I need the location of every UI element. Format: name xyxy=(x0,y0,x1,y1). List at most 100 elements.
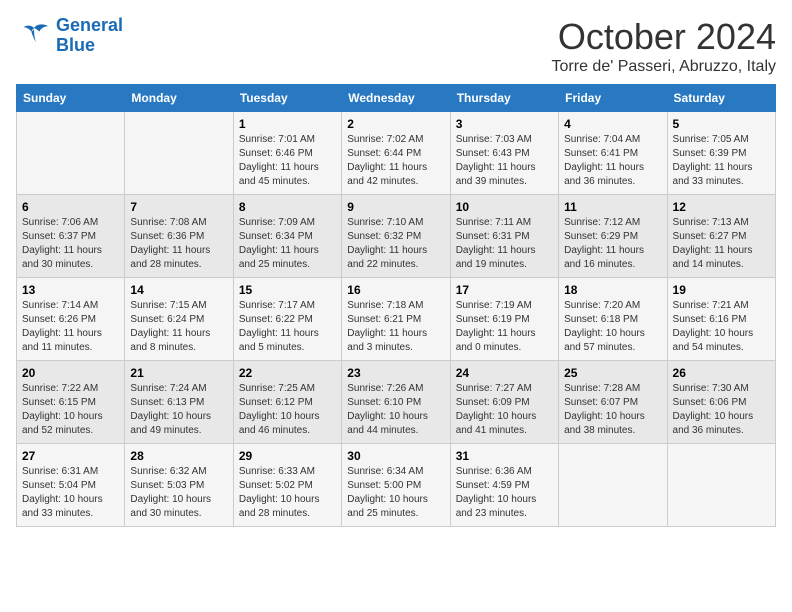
calendar-week-row: 6 Sunrise: 7:06 AMSunset: 6:37 PMDaylight… xyxy=(17,195,776,278)
day-number: 11 xyxy=(564,200,661,214)
day-number: 16 xyxy=(347,283,444,297)
day-info: Sunrise: 6:36 AMSunset: 4:59 PMDaylight:… xyxy=(456,466,537,519)
day-info: Sunrise: 6:32 AMSunset: 5:03 PMDaylight:… xyxy=(130,466,211,519)
day-info: Sunrise: 7:27 AMSunset: 6:09 PMDaylight:… xyxy=(456,383,537,436)
day-number: 23 xyxy=(347,366,444,380)
day-info: Sunrise: 7:09 AMSunset: 6:34 PMDaylight:… xyxy=(239,217,319,270)
calendar-cell: 23 Sunrise: 7:26 AMSunset: 6:10 PMDayligh… xyxy=(342,361,450,444)
day-number: 9 xyxy=(347,200,444,214)
calendar-cell: 10 Sunrise: 7:11 AMSunset: 6:31 PMDayligh… xyxy=(450,195,558,278)
calendar-cell xyxy=(667,444,775,527)
calendar-cell: 6 Sunrise: 7:06 AMSunset: 6:37 PMDaylight… xyxy=(17,195,125,278)
day-info: Sunrise: 7:22 AMSunset: 6:15 PMDaylight:… xyxy=(22,383,103,436)
day-number: 29 xyxy=(239,449,336,463)
logo: General Blue xyxy=(16,16,123,56)
calendar-cell xyxy=(17,112,125,195)
day-number: 24 xyxy=(456,366,553,380)
day-number: 7 xyxy=(130,200,227,214)
calendar-cell xyxy=(125,112,233,195)
calendar-header-row: SundayMondayTuesdayWednesdayThursdayFrid… xyxy=(17,85,776,112)
day-info: Sunrise: 7:08 AMSunset: 6:36 PMDaylight:… xyxy=(130,217,210,270)
day-number: 20 xyxy=(22,366,119,380)
day-number: 4 xyxy=(564,117,661,131)
calendar-cell: 29 Sunrise: 6:33 AMSunset: 5:02 PMDayligh… xyxy=(233,444,341,527)
day-info: Sunrise: 7:20 AMSunset: 6:18 PMDaylight:… xyxy=(564,300,645,353)
logo-line1: General xyxy=(56,15,123,35)
day-header-monday: Monday xyxy=(125,85,233,112)
calendar-cell: 12 Sunrise: 7:13 AMSunset: 6:27 PMDayligh… xyxy=(667,195,775,278)
calendar-cell xyxy=(559,444,667,527)
day-number: 21 xyxy=(130,366,227,380)
calendar-cell: 7 Sunrise: 7:08 AMSunset: 6:36 PMDaylight… xyxy=(125,195,233,278)
day-info: Sunrise: 7:01 AMSunset: 6:46 PMDaylight:… xyxy=(239,134,319,187)
day-header-tuesday: Tuesday xyxy=(233,85,341,112)
calendar-cell: 30Sunrise: 6:34 AMSunset: 5:00 PMDayligh… xyxy=(342,444,450,527)
day-number: 3 xyxy=(456,117,553,131)
calendar-table: SundayMondayTuesdayWednesdayThursdayFrid… xyxy=(16,84,776,527)
day-info: Sunrise: 7:13 AMSunset: 6:27 PMDaylight:… xyxy=(673,217,753,270)
calendar-cell: 3 Sunrise: 7:03 AMSunset: 6:43 PMDaylight… xyxy=(450,112,558,195)
day-number: 14 xyxy=(130,283,227,297)
day-header-friday: Friday xyxy=(559,85,667,112)
calendar-cell: 17 Sunrise: 7:19 AMSunset: 6:19 PMDayligh… xyxy=(450,278,558,361)
calendar-cell: 2Sunrise: 7:02 AMSunset: 6:44 PMDaylight… xyxy=(342,112,450,195)
calendar-week-row: 13 Sunrise: 7:14 AMSunset: 6:26 PMDayligh… xyxy=(17,278,776,361)
day-number: 28 xyxy=(130,449,227,463)
calendar-cell: 21 Sunrise: 7:24 AMSunset: 6:13 PMDayligh… xyxy=(125,361,233,444)
day-info: Sunrise: 7:19 AMSunset: 6:19 PMDaylight:… xyxy=(456,300,536,353)
calendar-week-row: 20 Sunrise: 7:22 AMSunset: 6:15 PMDayligh… xyxy=(17,361,776,444)
calendar-cell: 16Sunrise: 7:18 AMSunset: 6:21 PMDayligh… xyxy=(342,278,450,361)
day-info: Sunrise: 7:03 AMSunset: 6:43 PMDaylight:… xyxy=(456,134,536,187)
day-number: 18 xyxy=(564,283,661,297)
day-number: 6 xyxy=(22,200,119,214)
calendar-cell: 5 Sunrise: 7:05 AMSunset: 6:39 PMDaylight… xyxy=(667,112,775,195)
day-info: Sunrise: 6:33 AMSunset: 5:02 PMDaylight:… xyxy=(239,466,320,519)
day-number: 15 xyxy=(239,283,336,297)
day-info: Sunrise: 7:06 AMSunset: 6:37 PMDaylight:… xyxy=(22,217,102,270)
day-info: Sunrise: 7:17 AMSunset: 6:22 PMDaylight:… xyxy=(239,300,319,353)
day-info: Sunrise: 7:11 AMSunset: 6:31 PMDaylight:… xyxy=(456,217,536,270)
day-info: Sunrise: 7:05 AMSunset: 6:39 PMDaylight:… xyxy=(673,134,753,187)
calendar-cell: 4 Sunrise: 7:04 AMSunset: 6:41 PMDaylight… xyxy=(559,112,667,195)
day-number: 13 xyxy=(22,283,119,297)
day-info: Sunrise: 7:28 AMSunset: 6:07 PMDaylight:… xyxy=(564,383,645,436)
logo-icon xyxy=(16,21,52,51)
day-info: Sunrise: 6:34 AMSunset: 5:00 PMDaylight:… xyxy=(347,466,428,519)
day-number: 10 xyxy=(456,200,553,214)
day-number: 12 xyxy=(673,200,770,214)
title-block: October 2024 Torre de' Passeri, Abruzzo,… xyxy=(552,16,776,76)
day-number: 5 xyxy=(673,117,770,131)
calendar-cell: 20 Sunrise: 7:22 AMSunset: 6:15 PMDayligh… xyxy=(17,361,125,444)
calendar-week-row: 27 Sunrise: 6:31 AMSunset: 5:04 PMDayligh… xyxy=(17,444,776,527)
calendar-cell: 25 Sunrise: 7:28 AMSunset: 6:07 PMDayligh… xyxy=(559,361,667,444)
calendar-cell: 14 Sunrise: 7:15 AMSunset: 6:24 PMDayligh… xyxy=(125,278,233,361)
day-info: Sunrise: 7:14 AMSunset: 6:26 PMDaylight:… xyxy=(22,300,102,353)
day-header-thursday: Thursday xyxy=(450,85,558,112)
day-header-wednesday: Wednesday xyxy=(342,85,450,112)
calendar-week-row: 1 Sunrise: 7:01 AMSunset: 6:46 PMDaylight… xyxy=(17,112,776,195)
calendar-cell: 28 Sunrise: 6:32 AMSunset: 5:03 PMDayligh… xyxy=(125,444,233,527)
calendar-cell: 15 Sunrise: 7:17 AMSunset: 6:22 PMDayligh… xyxy=(233,278,341,361)
day-number: 1 xyxy=(239,117,336,131)
day-header-sunday: Sunday xyxy=(17,85,125,112)
day-info: Sunrise: 7:12 AMSunset: 6:29 PMDaylight:… xyxy=(564,217,644,270)
day-number: 19 xyxy=(673,283,770,297)
day-number: 27 xyxy=(22,449,119,463)
day-info: Sunrise: 7:26 AMSunset: 6:10 PMDaylight:… xyxy=(347,383,428,436)
day-number: 17 xyxy=(456,283,553,297)
calendar-cell: 13 Sunrise: 7:14 AMSunset: 6:26 PMDayligh… xyxy=(17,278,125,361)
calendar-cell: 19Sunrise: 7:21 AMSunset: 6:16 PMDayligh… xyxy=(667,278,775,361)
day-info: Sunrise: 6:31 AMSunset: 5:04 PMDaylight:… xyxy=(22,466,103,519)
day-info: Sunrise: 7:15 AMSunset: 6:24 PMDaylight:… xyxy=(130,300,210,353)
day-number: 22 xyxy=(239,366,336,380)
calendar-cell: 11 Sunrise: 7:12 AMSunset: 6:29 PMDayligh… xyxy=(559,195,667,278)
day-info: Sunrise: 7:04 AMSunset: 6:41 PMDaylight:… xyxy=(564,134,644,187)
day-info: Sunrise: 7:30 AMSunset: 6:06 PMDaylight:… xyxy=(673,383,754,436)
calendar-cell: 24 Sunrise: 7:27 AMSunset: 6:09 PMDayligh… xyxy=(450,361,558,444)
day-info: Sunrise: 7:24 AMSunset: 6:13 PMDaylight:… xyxy=(130,383,211,436)
day-number: 25 xyxy=(564,366,661,380)
calendar-cell: 22Sunrise: 7:25 AMSunset: 6:12 PMDayligh… xyxy=(233,361,341,444)
day-number: 2 xyxy=(347,117,444,131)
calendar-cell: 31Sunrise: 6:36 AMSunset: 4:59 PMDayligh… xyxy=(450,444,558,527)
logo-text: General Blue xyxy=(56,16,123,56)
